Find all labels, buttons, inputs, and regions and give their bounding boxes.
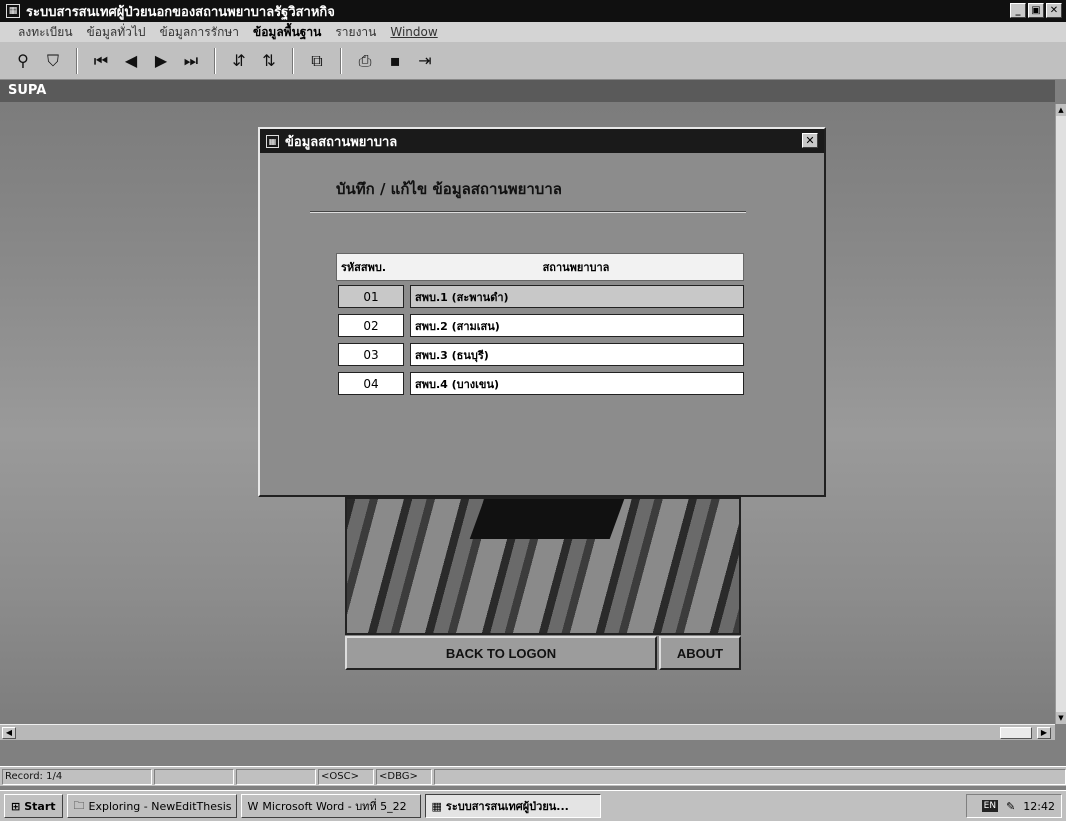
task-label: Microsoft Word - บทที่ 5_22 xyxy=(262,800,407,813)
next-record-icon[interactable]: ▶ xyxy=(148,48,174,74)
previous-record-icon[interactable]: ◀ xyxy=(118,48,144,74)
main-button-row: BACK TO LOGON ABOUT xyxy=(345,636,741,670)
table-row[interactable]: 04 สพบ.4 (บางเขน) xyxy=(336,372,744,397)
scroll-up-icon[interactable]: ▲ xyxy=(1056,104,1066,116)
last-record-icon[interactable]: ⏭ xyxy=(178,48,204,74)
hospital-data-dialog: ▦ ข้อมูลสถานพยาบาล ✕ บันทึก / แก้ไข ข้อม… xyxy=(258,127,826,497)
record-counter: Record: 1/4 xyxy=(2,768,152,785)
pen-icon[interactable]: ✎ xyxy=(1006,800,1015,813)
sort-ascending-icon[interactable]: ⇵ xyxy=(226,48,252,74)
sort-descending-icon[interactable]: ⇅ xyxy=(256,48,282,74)
windows-logo-icon: ⊞ xyxy=(11,799,21,813)
dialog-close-button[interactable]: ✕ xyxy=(802,133,818,148)
dialog-title: ข้อมูลสถานพยาบาล xyxy=(285,134,398,150)
dialog-title-bar: ▦ ข้อมูลสถานพยาบาล ✕ xyxy=(260,129,824,153)
app-icon: ▦ xyxy=(431,799,442,813)
print-icon[interactable]: ⎙ xyxy=(352,48,378,74)
about-button[interactable]: ABOUT xyxy=(659,636,741,670)
hospital-grid: รหัสสพบ. สถานพยาบาล 01 สพบ.1 (สะพานดำ) 0… xyxy=(336,253,744,397)
scroll-thumb[interactable] xyxy=(1000,727,1032,739)
toolbar-separator xyxy=(214,47,216,74)
first-record-icon[interactable]: ⏮ xyxy=(88,48,114,74)
header-name: สถานพยาบาล xyxy=(542,261,610,274)
app-title-bar: ▦ ระบบสารสนเทศผู้ป่วยนอกของสถานพยาบาลรัฐ… xyxy=(0,0,1066,22)
close-button[interactable]: ✕ xyxy=(1046,3,1062,18)
grid-header: รหัสสพบ. สถานพยาบาล xyxy=(336,253,744,281)
toolbar: ⚲ ⛉ ⏮ ◀ ▶ ⏭ ⇵ ⇅ ⧉ ⎙ ▪ ⇥ xyxy=(0,42,1066,80)
osc-indicator: <OSC> xyxy=(318,768,374,785)
system-tray: EN ✎ 12:42 xyxy=(966,794,1062,818)
task-exploring[interactable]: 🗀 Exploring - NewEditThesis xyxy=(66,794,237,818)
child-window-title: SUPA xyxy=(0,80,1055,102)
task-label: Exploring - NewEditThesis xyxy=(88,799,232,813)
scroll-right-icon[interactable]: ▶ xyxy=(1037,727,1051,739)
minimize-button[interactable]: _ xyxy=(1010,3,1026,18)
language-indicator[interactable]: EN xyxy=(981,800,999,812)
status-panel-empty xyxy=(236,768,316,785)
menu-window[interactable]: Window xyxy=(390,25,437,39)
code-cell[interactable]: 02 xyxy=(338,314,404,337)
status-bar: Record: 1/4 <OSC> <DBG> xyxy=(0,766,1066,786)
horizontal-scrollbar[interactable]: ◀ ▶ xyxy=(0,724,1055,740)
restore-button[interactable]: ▣ xyxy=(1028,3,1044,18)
name-cell[interactable]: สพบ.1 (สะพานดำ) xyxy=(410,285,744,308)
task-label: ระบบสารสนเทศผู้ป่วยน... xyxy=(445,800,569,813)
dialog-heading: บันทึก / แก้ไข ข้อมูลสถานพยาบาล xyxy=(336,180,562,198)
heading-divider xyxy=(310,211,746,213)
filter-icon[interactable]: ⚲ xyxy=(10,48,36,74)
table-row[interactable]: 02 สพบ.2 (สามเสน) xyxy=(336,314,744,339)
dbg-indicator: <DBG> xyxy=(376,768,432,785)
menu-general[interactable]: ข้อมูลทั่วไป xyxy=(87,23,146,42)
code-cell[interactable]: 03 xyxy=(338,343,404,366)
table-row[interactable]: 01 สพบ.1 (สะพานดำ) xyxy=(336,285,744,310)
folder-icon: 🗀 xyxy=(73,798,85,812)
menu-master-data[interactable]: ข้อมูลพื้นฐาน xyxy=(253,23,321,42)
background-photo xyxy=(345,497,741,635)
scroll-down-icon[interactable]: ▼ xyxy=(1056,712,1066,724)
filter-form-icon[interactable]: ⛉ xyxy=(40,48,66,74)
status-panel-empty xyxy=(154,768,234,785)
clock: 12:42 xyxy=(1023,799,1055,813)
app-icon: ▦ xyxy=(6,4,20,18)
taskbar: ⊞ Start 🗀 Exploring - NewEditThesis W Mi… xyxy=(0,790,1066,821)
name-cell[interactable]: สพบ.4 (บางเขน) xyxy=(410,372,744,395)
header-code: รหัสสพบ. xyxy=(341,261,386,274)
toolbar-separator xyxy=(340,47,342,74)
window-controls: _ ▣ ✕ xyxy=(1010,3,1062,18)
dialog-icon: ▦ xyxy=(266,134,279,148)
name-cell[interactable]: สพบ.3 (ธนบุรี) xyxy=(410,343,744,366)
code-cell[interactable]: 04 xyxy=(338,372,404,395)
app-title: ระบบสารสนเทศผู้ป่วยนอกของสถานพยาบาลรัฐวิ… xyxy=(26,4,335,20)
word-icon: W xyxy=(247,799,259,813)
scroll-left-icon[interactable]: ◀ xyxy=(2,727,16,739)
vertical-scrollbar[interactable]: ▲ ▼ xyxy=(1055,104,1066,724)
name-cell[interactable]: สพบ.2 (สามเสน) xyxy=(410,314,744,337)
photo-shadow xyxy=(469,499,625,539)
menu-report[interactable]: รายงาน xyxy=(335,23,376,42)
toolbar-separator xyxy=(292,47,294,74)
exit-icon[interactable]: ⇥ xyxy=(412,48,438,74)
task-word[interactable]: W Microsoft Word - บทที่ 5_22 xyxy=(240,794,421,818)
code-cell[interactable]: 01 xyxy=(338,285,404,308)
menu-treatment[interactable]: ข้อมูลการรักษา xyxy=(160,23,239,42)
task-supa[interactable]: ▦ ระบบสารสนเทศผู้ป่วยน... xyxy=(424,794,601,818)
back-to-logon-button[interactable]: BACK TO LOGON xyxy=(345,636,657,670)
toolbar-separator xyxy=(76,47,78,74)
menu-register[interactable]: ลงทะเบียน xyxy=(18,23,73,42)
save-icon[interactable]: ▪ xyxy=(382,48,408,74)
copy-icon[interactable]: ⧉ xyxy=(304,48,330,74)
table-row[interactable]: 03 สพบ.3 (ธนบุรี) xyxy=(336,343,744,368)
status-panel-fill xyxy=(434,768,1066,785)
menu-bar: ลงทะเบียน ข้อมูลทั่วไป ข้อมูลการรักษา ข้… xyxy=(0,22,1066,42)
start-label: Start xyxy=(24,799,56,813)
start-button[interactable]: ⊞ Start xyxy=(4,794,63,818)
